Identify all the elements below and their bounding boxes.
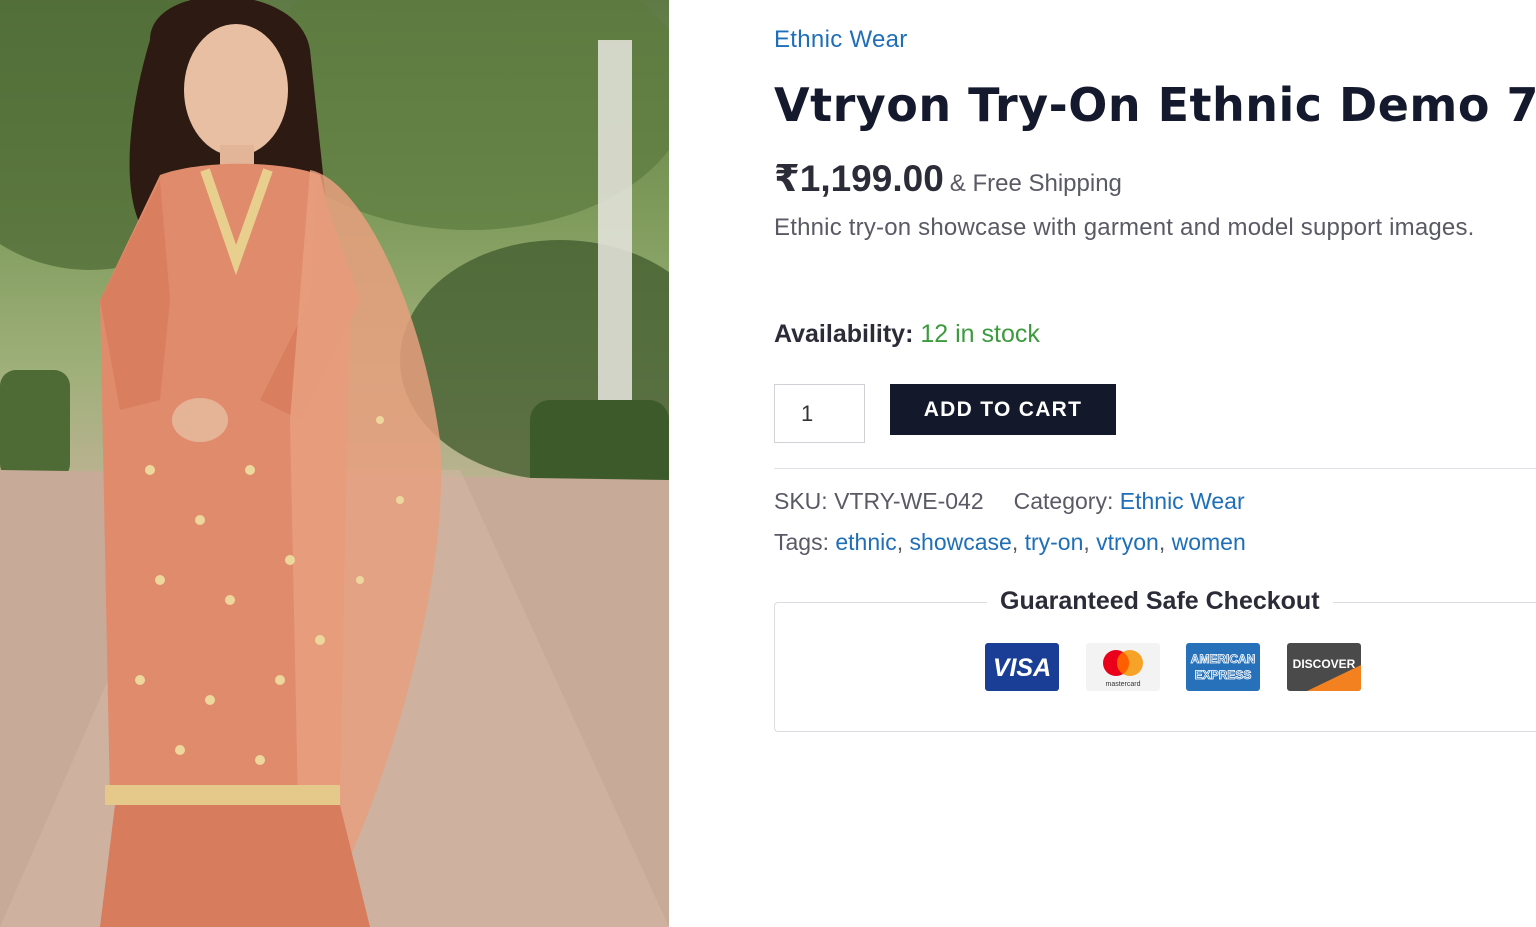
discover-card-icon: DISCOVER [1287,643,1361,691]
category-link[interactable]: Ethnic Wear [1120,488,1245,514]
add-to-cart-button[interactable]: ADD TO CART [890,384,1116,435]
tag-link-ethnic[interactable]: ethnic [835,529,896,555]
category-label: Category: [1013,488,1114,514]
quantity-input[interactable] [774,384,865,443]
product-image[interactable] [0,0,669,927]
svg-text:AMERICAN: AMERICAN [1191,652,1256,666]
tag-separator: , [1011,529,1025,555]
tag-separator: , [1158,529,1172,555]
amex-card-icon: AMERICAN EXPRESS [1186,643,1260,691]
safe-checkout-box: Guaranteed Safe Checkout VISA mastercard [774,587,1536,732]
tag-link-showcase[interactable]: showcase [910,529,1012,555]
product-meta-sku-category: SKU: VTRY-WE-042 Category: Ethnic Wear [774,488,1245,515]
visa-card-icon: VISA [985,643,1059,691]
tag-link-vtryon[interactable]: vtryon [1096,529,1159,555]
tag-separator: , [896,529,910,555]
availability: Availability: 12 in stock [774,320,1040,349]
tags-label: Tags: [774,529,829,555]
sku-label: SKU: [774,488,828,514]
product-meta-tags: Tags: ethnic, showcase, try-on, vtryon, … [774,529,1246,556]
mastercard-icon: mastercard [1086,643,1160,691]
product-photo-illustration [0,0,669,927]
mastercard-label: mastercard [1105,681,1140,688]
stock-status: 12 in stock [920,320,1040,348]
safe-checkout-title: Guaranteed Safe Checkout [987,587,1333,616]
category-breadcrumb-link[interactable]: Ethnic Wear [774,26,908,54]
sku-value: VTRY-WE-042 [834,488,984,514]
product-page: Ethnic Wear Vtryon Try-On Ethnic Demo 7 … [0,0,1536,927]
tag-link-women[interactable]: women [1172,529,1246,555]
tag-link-try-on[interactable]: try-on [1025,529,1084,555]
shipping-note: & Free Shipping [949,170,1122,197]
discover-card-label: DISCOVER [1293,657,1356,671]
price-row: ₹1,199.00 & Free Shipping [774,157,1122,200]
product-short-description: Ethnic try-on showcase with garment and … [774,214,1475,241]
availability-label: Availability: [774,320,914,348]
product-price: ₹1,199.00 [774,158,944,199]
visa-card-label: VISA [993,654,1051,682]
product-title: Vtryon Try-On Ethnic Demo 7 [774,78,1536,132]
tag-separator: , [1083,529,1097,555]
product-summary: Ethnic Wear Vtryon Try-On Ethnic Demo 7 … [774,0,1536,927]
divider [774,468,1536,469]
svg-text:EXPRESS: EXPRESS [1195,668,1252,682]
